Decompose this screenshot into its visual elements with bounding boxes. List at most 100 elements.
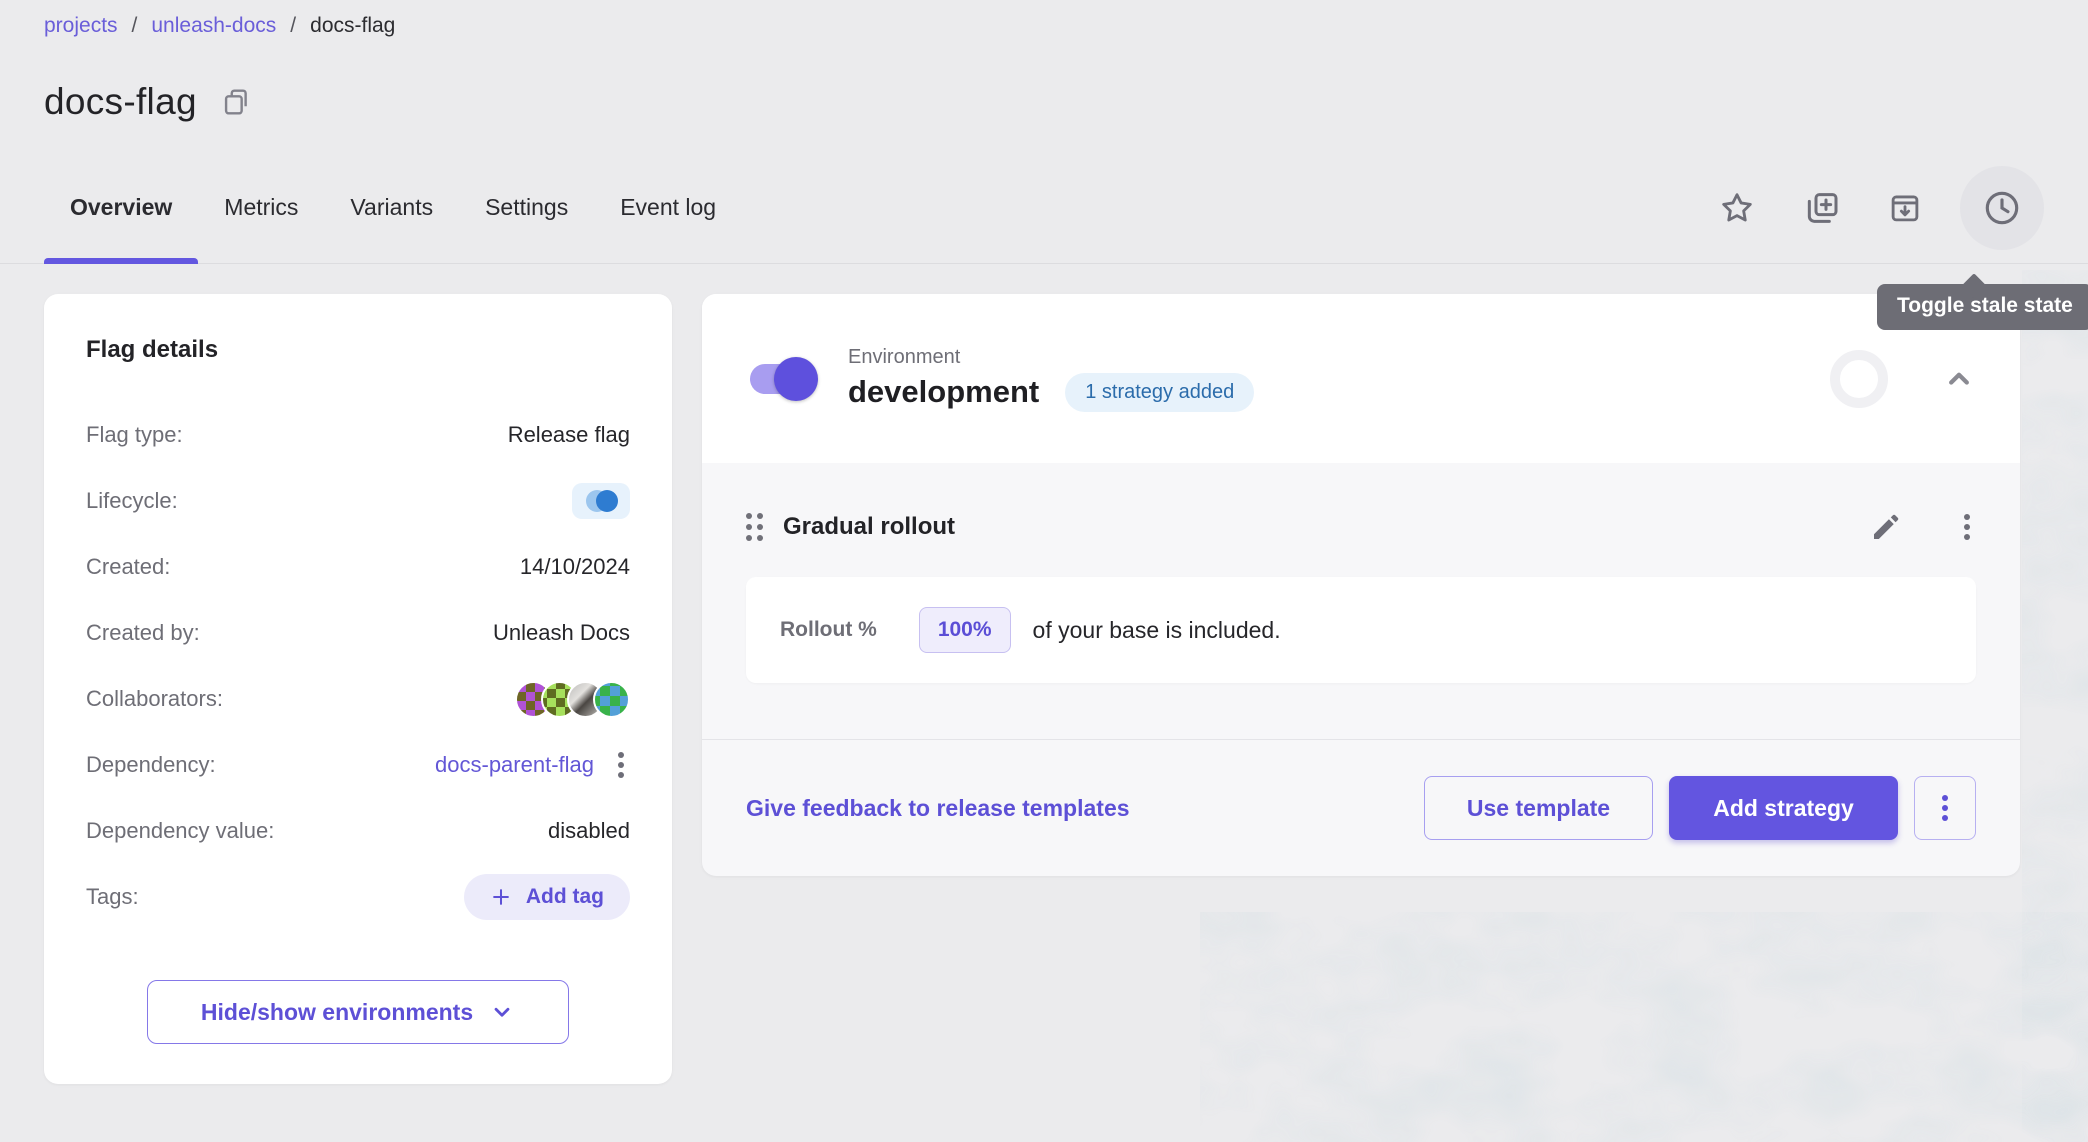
favorite-button[interactable]: [1708, 179, 1766, 237]
kebab-icon: [1964, 524, 1970, 530]
detail-row-created: Created: 14/10/2024: [86, 542, 630, 592]
flag-type-label: Flag type:: [86, 422, 183, 448]
tab-overview[interactable]: Overview: [44, 152, 198, 263]
drag-dot: [746, 535, 752, 541]
edit-strategy-button[interactable]: [1866, 507, 1906, 547]
breadcrumb: projects / unleash-docs / docs-flag: [44, 14, 2044, 38]
kebab-icon: [1964, 534, 1970, 540]
add-tag-button[interactable]: Add tag: [464, 874, 630, 920]
rollout-percentage-label: Rollout %: [780, 618, 877, 642]
main-content: Flag details Flag type: Release flag Lif…: [44, 294, 2044, 1084]
tab-event-log[interactable]: Event log: [594, 152, 742, 263]
detail-row-tags: Tags: Add tag: [86, 872, 630, 922]
collapse-environment-button[interactable]: [1936, 356, 1982, 402]
drag-handle[interactable]: [746, 513, 763, 541]
tab-metrics[interactable]: Metrics: [198, 152, 324, 263]
hide-show-environments-label: Hide/show environments: [201, 999, 473, 1026]
tooltip-text: Toggle stale state: [1897, 294, 2073, 317]
drag-dot: [757, 524, 763, 530]
detail-row-dependency: Dependency: docs-parent-flag: [86, 740, 630, 790]
strategy-section: Gradual rollout: [702, 463, 2020, 683]
breadcrumb-separator: /: [290, 14, 296, 38]
rollout-value-chip: 100%: [919, 607, 1011, 653]
archive-button[interactable]: [1876, 179, 1934, 237]
dependency-link[interactable]: docs-parent-flag: [435, 752, 594, 778]
flag-details-title: Flag details: [86, 336, 630, 364]
release-templates-feedback-link[interactable]: Give feedback to release templates: [746, 795, 1130, 822]
header-actions: [1708, 166, 2044, 250]
detail-row-lifecycle: Lifecycle:: [86, 476, 630, 526]
environment-label: Environment: [848, 346, 1254, 369]
flag-overview-page: projects / unleash-docs / docs-flag docs…: [0, 0, 2088, 1142]
environment-card: Environment development 1 strategy added: [702, 294, 2020, 876]
created-by-label: Created by:: [86, 620, 200, 646]
lifecycle-stage-badge[interactable]: [572, 483, 630, 519]
avatar[interactable]: [593, 681, 630, 718]
strategy-menu-button[interactable]: [1958, 508, 1976, 546]
copy-feature-button[interactable]: [1792, 179, 1850, 237]
environment-meta: Environment development 1 strategy added: [848, 346, 1254, 412]
environment-name: development: [848, 374, 1039, 410]
strategy-title: Gradual rollout: [783, 513, 955, 541]
breadcrumb-current-flag: docs-flag: [310, 14, 395, 38]
kebab-icon: [618, 772, 624, 778]
clock-icon: [1981, 187, 2023, 229]
tab-settings[interactable]: Settings: [459, 152, 594, 263]
more-actions-button[interactable]: [1914, 776, 1976, 840]
chevron-down-icon: [489, 999, 515, 1025]
star-icon: [1718, 189, 1756, 227]
breadcrumb-projects[interactable]: projects: [44, 14, 118, 38]
copy-flag-name-button[interactable]: [219, 85, 253, 119]
lifecycle-label: Lifecycle:: [86, 488, 178, 514]
breadcrumb-project-name[interactable]: unleash-docs: [151, 14, 276, 38]
created-value: 14/10/2024: [520, 554, 630, 580]
plus-icon: [490, 886, 512, 908]
drag-dot: [757, 513, 763, 519]
drag-dot: [746, 513, 752, 519]
page-title: docs-flag: [44, 81, 197, 123]
hide-show-environments-button[interactable]: Hide/show environments: [147, 980, 569, 1044]
created-by-value: Unleash Docs: [493, 620, 630, 646]
kebab-icon: [1964, 514, 1970, 520]
kebab-icon: [618, 752, 624, 758]
dependency-menu-button[interactable]: [612, 746, 630, 784]
breadcrumb-separator: /: [132, 14, 138, 38]
environment-toggle[interactable]: [750, 364, 814, 394]
tab-variants[interactable]: Variants: [324, 152, 459, 263]
drag-dot: [746, 524, 752, 530]
environment-footer: Give feedback to release templates Use t…: [702, 739, 2020, 876]
dependency-label: Dependency:: [86, 752, 216, 778]
kebab-icon: [618, 762, 624, 768]
copy-feature-icon: [1801, 188, 1841, 228]
drag-dot: [757, 535, 763, 541]
collaborators-label: Collaborators:: [86, 686, 223, 712]
stale-tooltip: Toggle stale state: [1877, 284, 2088, 330]
strategy-header: Gradual rollout: [746, 507, 1976, 547]
kebab-icon: [1942, 795, 1948, 801]
flag-type-value: Release flag: [508, 422, 630, 448]
metrics-ring: [1830, 350, 1888, 408]
tab-bar: Overview Metrics Variants Settings Event…: [0, 152, 2088, 264]
detail-row-dependency-value: Dependency value: disabled: [86, 806, 630, 856]
add-strategy-button[interactable]: Add strategy: [1669, 776, 1898, 840]
use-template-button[interactable]: Use template: [1424, 776, 1653, 840]
toggle-knob: [774, 357, 818, 401]
rollout-card: Rollout % 100% of your base is included.: [746, 577, 1976, 683]
archive-icon: [1886, 189, 1924, 227]
toggle-stale-button[interactable]: [1960, 166, 2044, 250]
footer-buttons: Use template Add strategy: [1424, 776, 1976, 840]
detail-row-collaborators: Collaborators:: [86, 674, 630, 724]
kebab-icon: [1942, 805, 1948, 811]
dependency-value-value: disabled: [548, 818, 630, 844]
rollout-description: of your base is included.: [1033, 617, 1281, 644]
flag-details-card: Flag details Flag type: Release flag Lif…: [44, 294, 672, 1084]
strategy-count-badge: 1 strategy added: [1065, 373, 1254, 412]
tags-label: Tags:: [86, 884, 139, 910]
kebab-icon: [1942, 815, 1948, 821]
lifecycle-stage-icon: [596, 490, 618, 512]
chevron-up-icon: [1942, 362, 1976, 396]
dependency-value-label: Dependency value:: [86, 818, 274, 844]
title-row: docs-flag: [44, 78, 2044, 126]
environment-header: Environment development 1 strategy added: [702, 294, 2020, 463]
add-tag-label: Add tag: [526, 885, 604, 909]
